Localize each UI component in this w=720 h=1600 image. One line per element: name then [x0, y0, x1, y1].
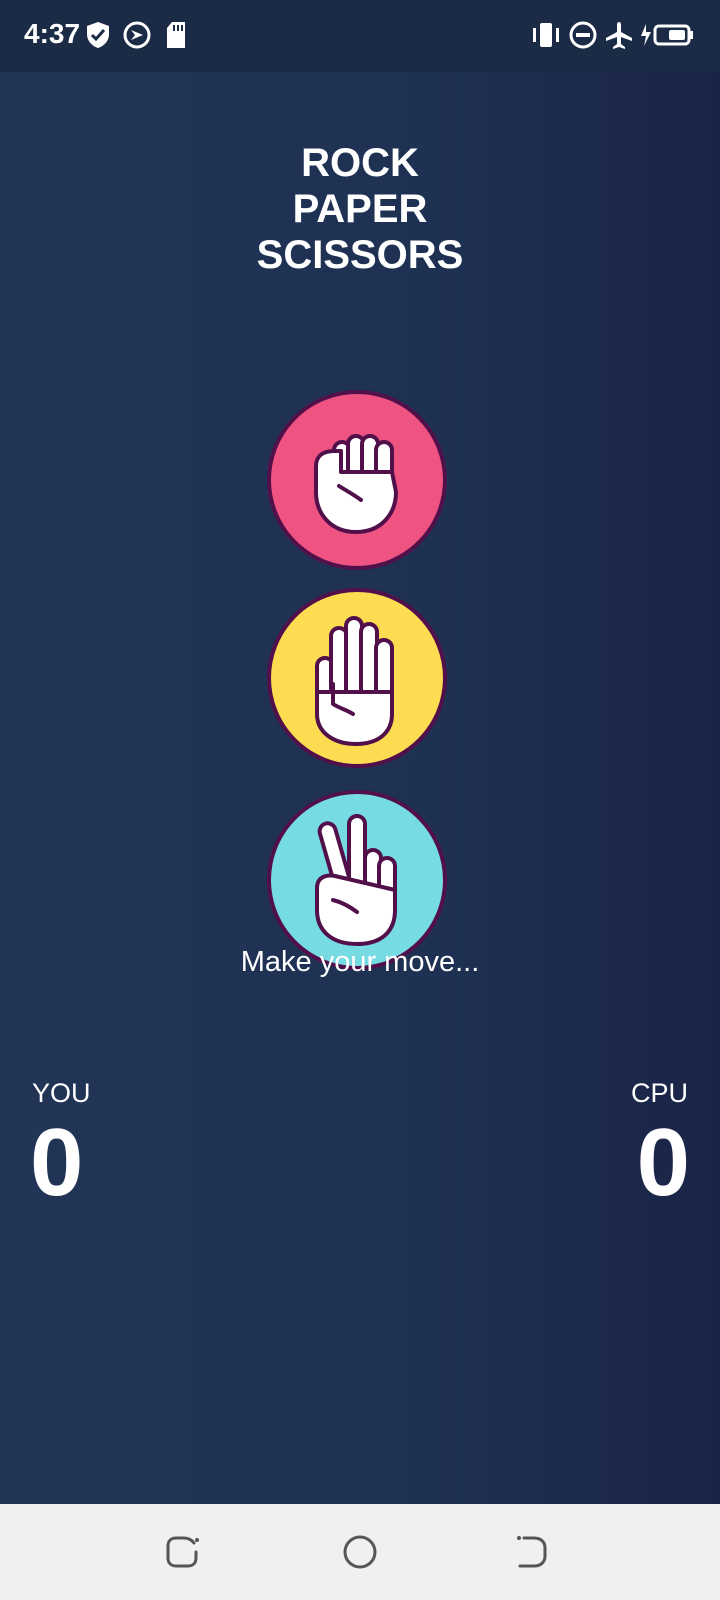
recents-icon[interactable] [164, 1532, 204, 1572]
peace-hand-icon [315, 814, 397, 946]
cpu-score-value: 0 [636, 1109, 690, 1216]
location-sync-icon [122, 20, 152, 50]
rock-button[interactable] [267, 390, 447, 570]
scissors-button[interactable] [267, 790, 447, 970]
open-hand-icon [315, 616, 394, 746]
game-screen [0, 72, 720, 1504]
vibrate-icon [530, 20, 560, 50]
battery-charging-icon [640, 20, 696, 50]
status-time: 4:37 [24, 18, 81, 49]
game-title: ROCK PAPER SCISSORS [0, 140, 720, 278]
move-prompt: Make your move... [240, 946, 480, 978]
player-score-label: YOU [32, 1078, 91, 1108]
airplane-icon [604, 20, 634, 50]
cpu-score-label: CPU [630, 1078, 688, 1108]
shield-check-icon [84, 20, 114, 50]
fist-icon [314, 434, 398, 534]
status-bar: 4:37 [0, 0, 720, 72]
paper-button[interactable] [267, 588, 447, 768]
title-line-scissors: SCISSORS [256, 233, 464, 277]
title-line-rock: ROCK [301, 141, 419, 185]
back-icon[interactable] [514, 1532, 554, 1572]
title-line-paper: PAPER [292, 187, 428, 231]
do-not-disturb-icon [568, 20, 598, 50]
navigation-bar [0, 1504, 720, 1600]
sd-card-icon [164, 20, 194, 50]
home-icon[interactable] [340, 1532, 380, 1572]
player-score-value: 0 [30, 1109, 84, 1216]
